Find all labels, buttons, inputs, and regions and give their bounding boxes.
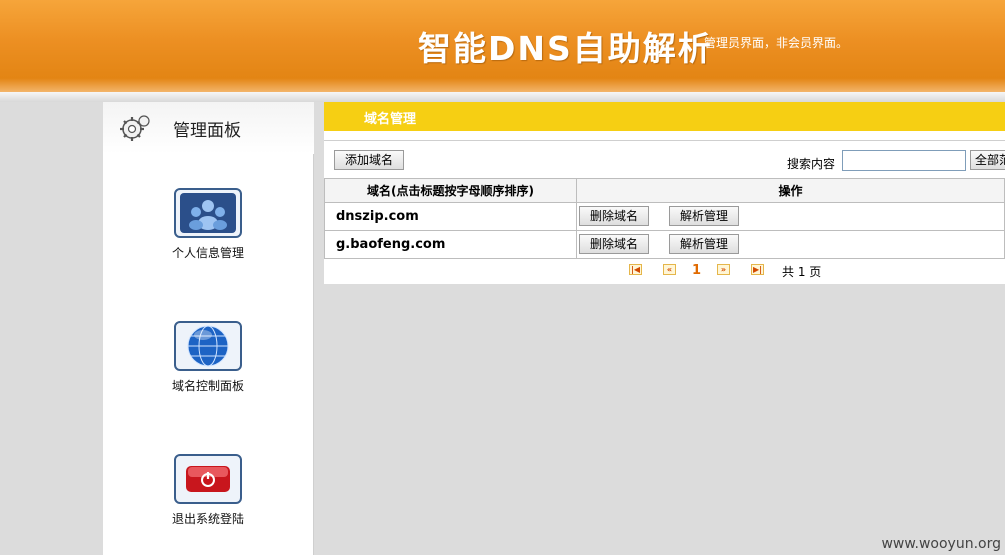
prev-page-icon[interactable]: «	[663, 264, 676, 275]
domain-cell: dnszip.com	[324, 202, 577, 231]
sidebar-item-logout[interactable]: 退出系统登陆	[153, 454, 263, 527]
search-button[interactable]: 全部范	[970, 150, 1005, 170]
current-page[interactable]: 1	[692, 263, 701, 278]
sidebar-item-label[interactable]: 个人信息管理	[153, 244, 263, 261]
sidebar-item-label[interactable]: 域名控制面板	[153, 377, 263, 394]
sidebar-header: 管理面板	[103, 102, 314, 154]
header-banner: 智能DNS自助解析 管理员界面，非会员界面。	[0, 0, 1005, 92]
next-page-icon[interactable]: »	[717, 264, 730, 275]
search-input[interactable]	[842, 150, 966, 171]
gear-icon	[120, 115, 150, 141]
power-icon[interactable]	[174, 454, 242, 504]
first-page-icon[interactable]: |◀	[629, 264, 642, 275]
search-label: 搜索内容	[787, 157, 836, 171]
divider	[324, 140, 1005, 141]
page-total: 共 1 页	[782, 265, 822, 279]
sidebar-item-domains[interactable]: 域名控制面板	[153, 321, 263, 394]
header-divider	[0, 92, 1005, 102]
manage-records-button[interactable]: 解析管理	[669, 234, 739, 254]
table-header-row: 域名(点击标题按字母顺序排序) 操作	[324, 178, 1005, 203]
column-header-actions: 操作	[576, 178, 1005, 203]
table-row: g.baofeng.com 删除域名 解析管理	[324, 230, 1005, 259]
add-domain-button[interactable]: 添加域名	[334, 150, 404, 170]
last-page-icon[interactable]: ▶|	[751, 264, 764, 275]
sidebar-item-profile[interactable]: 个人信息管理	[153, 188, 263, 261]
delete-domain-button[interactable]: 删除域名	[579, 234, 649, 254]
domain-management-panel: 域名管理 添加域名 搜索内容 全部范 域名(点击标题按字母顺序排序) 操作 dn…	[324, 102, 1005, 284]
table-row: dnszip.com 删除域名 解析管理	[324, 202, 1005, 231]
manage-records-button[interactable]: 解析管理	[669, 206, 739, 226]
panel-title-bar: 域名管理	[324, 102, 1005, 131]
domain-table: 域名(点击标题按字母顺序排序) 操作 dnszip.com 删除域名 解析管理 …	[324, 178, 1005, 259]
column-header-domain[interactable]: 域名(点击标题按字母顺序排序)	[324, 178, 577, 203]
delete-domain-button[interactable]: 删除域名	[579, 206, 649, 226]
users-icon[interactable]	[174, 188, 242, 238]
sidebar: 管理面板 个人信息管理 域名控制面板 退出系统登陆	[103, 102, 314, 555]
sidebar-title: 管理面板	[173, 121, 241, 141]
actions-cell: 删除域名 解析管理	[576, 202, 1005, 231]
app-title: 智能DNS自助解析	[418, 29, 713, 68]
sidebar-item-label[interactable]: 退出系统登陆	[153, 510, 263, 527]
watermark: www.wooyun.org	[881, 536, 1001, 552]
globe-icon[interactable]	[174, 321, 242, 371]
panel-title: 域名管理	[364, 112, 417, 127]
app-subtitle: 管理员界面，非会员界面。	[704, 36, 849, 50]
actions-cell: 删除域名 解析管理	[576, 230, 1005, 259]
pagination: |◀ « 1 » ▶| 共 1 页	[324, 262, 1005, 280]
domain-cell: g.baofeng.com	[324, 230, 577, 259]
